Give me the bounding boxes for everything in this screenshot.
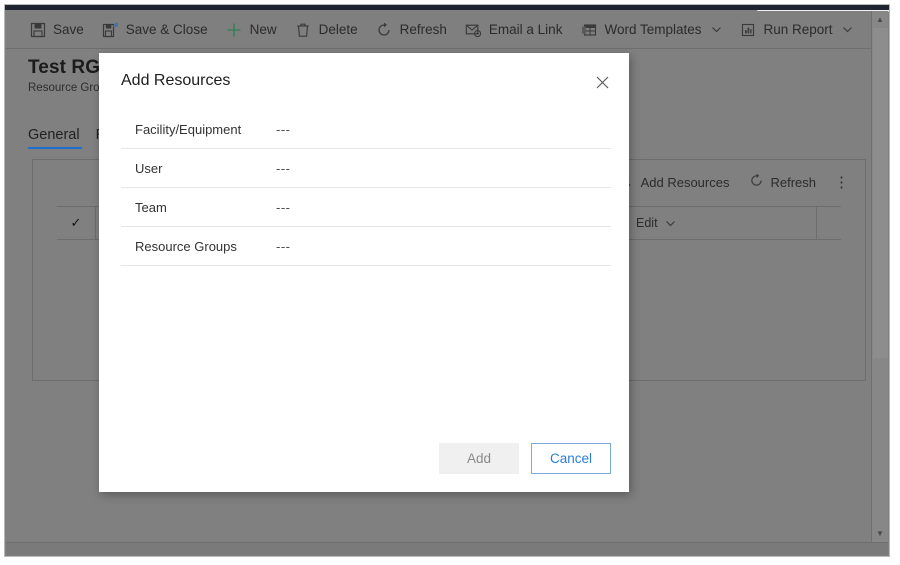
run-report-label: Run Report: [763, 22, 833, 37]
vertical-scrollbar[interactable]: ▲ ▼: [871, 11, 888, 542]
add-resources-dialog: Add Resources Facility/Equipment --- Use…: [99, 53, 629, 492]
refresh-button[interactable]: Refresh: [367, 13, 456, 47]
field-row-user[interactable]: User ---: [121, 149, 611, 188]
word-templates-button[interactable]: Word Templates: [571, 13, 730, 47]
vertical-scrollbar-thumb[interactable]: [873, 28, 888, 358]
grid-column-edit-label: Edit: [636, 216, 658, 230]
cancel-button[interactable]: Cancel: [531, 443, 611, 474]
word-templates-label: Word Templates: [604, 22, 702, 37]
field-row-resource-groups[interactable]: Resource Groups ---: [121, 227, 611, 266]
horizontal-scrollbar[interactable]: [6, 542, 888, 555]
save-button[interactable]: Save: [20, 13, 93, 47]
chevron-down-icon[interactable]: [842, 24, 853, 35]
delete-label: Delete: [318, 22, 358, 37]
run-report-button[interactable]: Run Report: [731, 13, 862, 47]
delete-button[interactable]: Delete: [286, 13, 367, 47]
field-row-facility-equipment[interactable]: Facility/Equipment ---: [121, 110, 611, 149]
tab-general-label: General: [28, 127, 80, 143]
save-and-close-icon: [102, 21, 119, 38]
field-label-resource-groups: Resource Groups: [135, 238, 237, 254]
field-value-resource-groups[interactable]: ---: [276, 239, 291, 254]
command-bar: Save Save & Close New Delete Refresh Ema…: [6, 11, 871, 49]
new-label: New: [249, 22, 277, 37]
save-label: Save: [53, 22, 84, 37]
plus-icon: [226, 21, 243, 38]
subgrid-refresh-button[interactable]: Refresh: [739, 167, 826, 197]
field-value-facility-equipment[interactable]: ---: [276, 122, 291, 137]
title-bar: [5, 5, 889, 10]
subgrid-refresh-label: Refresh: [770, 174, 816, 190]
dialog-footer: Add Cancel: [427, 443, 611, 474]
subgrid-command-bar: Add Resources Refresh ⋮: [610, 166, 857, 198]
field-label-user: User: [135, 160, 163, 176]
email-link-icon: [465, 21, 482, 38]
refresh-icon: [749, 173, 764, 191]
close-icon[interactable]: [587, 67, 617, 97]
dialog-field-list: Facility/Equipment --- User --- Team ---…: [121, 110, 611, 266]
email-a-link-button[interactable]: Email a Link: [456, 13, 572, 47]
new-button[interactable]: New: [217, 13, 286, 47]
field-label-facility-equipment: Facility/Equipment: [135, 121, 242, 137]
email-a-link-label: Email a Link: [488, 22, 563, 37]
field-value-user[interactable]: ---: [276, 161, 291, 176]
save-and-close-button[interactable]: Save & Close: [93, 13, 217, 47]
select-all-checkbox[interactable]: ✓: [57, 207, 96, 239]
field-row-team[interactable]: Team ---: [121, 188, 611, 227]
add-resources-button[interactable]: Add Resources: [610, 167, 740, 197]
subgrid-overflow-menu-button[interactable]: ⋮: [826, 175, 857, 190]
dialog-title: Add Resources: [121, 72, 231, 89]
scroll-up-arrow-icon[interactable]: ▲: [872, 11, 888, 28]
grid-column-edit[interactable]: Edit: [626, 207, 817, 239]
field-value-team[interactable]: ---: [276, 200, 291, 215]
trash-icon: [295, 21, 312, 38]
save-and-close-label: Save & Close: [125, 22, 208, 37]
refresh-icon: [376, 21, 393, 38]
scroll-down-arrow-icon[interactable]: ▼: [872, 525, 888, 542]
word-template-icon: [580, 21, 597, 38]
tab-general[interactable]: General: [28, 127, 96, 149]
chevron-down-icon[interactable]: [711, 24, 722, 35]
report-icon: [740, 21, 757, 38]
chevron-down-icon[interactable]: [665, 218, 676, 229]
application-window: Save Save & Close New Delete Refresh Ema…: [4, 4, 890, 557]
save-icon: [29, 21, 46, 38]
dialog-header: Add Resources: [99, 53, 629, 109]
add-button[interactable]: Add: [439, 443, 519, 474]
field-label-team: Team: [135, 199, 167, 215]
refresh-label: Refresh: [399, 22, 447, 37]
add-resources-label: Add Resources: [640, 174, 730, 190]
